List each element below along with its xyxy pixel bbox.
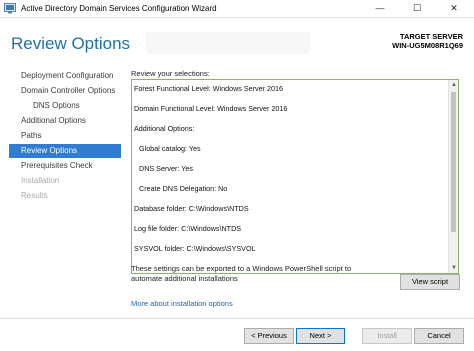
scroll-down-arrow-icon[interactable]: ▼	[449, 263, 458, 273]
server-manager-icon	[4, 3, 16, 14]
nav-item-paths[interactable]: Paths	[9, 129, 121, 143]
review-line: DNS Server: Yes	[139, 164, 193, 173]
next-button[interactable]: Next >	[296, 328, 345, 344]
nav-item-dns-options[interactable]: DNS Options	[9, 99, 121, 113]
footer-divider	[0, 318, 474, 319]
wizard-nav: Deployment Configuration Domain Controll…	[0, 62, 124, 312]
title-bar: Active Directory Domain Services Configu…	[0, 0, 474, 18]
nav-item-results: Results	[21, 191, 48, 200]
review-label: Review your selections:	[131, 69, 210, 78]
review-scroll-area[interactable]: Forest Functional Level: Windows Server …	[132, 80, 448, 273]
review-line: Create DNS Delegation: No	[139, 184, 228, 193]
nav-item-deployment-configuration[interactable]: Deployment Configuration	[9, 69, 121, 83]
vertical-scrollbar[interactable]: ▲ ▼	[448, 80, 458, 273]
review-selections-box[interactable]: Forest Functional Level: Windows Server …	[131, 79, 459, 274]
review-line: Additional Options:	[134, 124, 195, 133]
review-line: Database folder: C:\Windows\NTDS	[134, 204, 249, 213]
scroll-thumb[interactable]	[451, 92, 456, 232]
cancel-button[interactable]: Cancel	[414, 328, 464, 344]
header-placeholder-area	[146, 32, 310, 54]
nav-item-installation: Installation	[21, 176, 60, 185]
review-line: Global catalog: Yes	[139, 144, 201, 153]
maximize-button[interactable]: ☐	[403, 0, 431, 18]
close-button[interactable]: ✕	[440, 0, 468, 18]
target-server-name: WIN-UG5M08R1Q69	[392, 41, 463, 50]
view-script-button[interactable]: View script	[400, 274, 460, 290]
nav-item-additional-options[interactable]: Additional Options	[9, 114, 121, 128]
export-description: These settings can be exported to a Wind…	[131, 264, 352, 283]
more-about-installation-options-link[interactable]: More about installation options	[131, 299, 233, 308]
nav-item-review-options[interactable]: Review Options	[9, 144, 121, 158]
review-line: Log file folder: C:\Windows\NTDS	[134, 224, 242, 233]
minimize-button[interactable]: —	[366, 0, 394, 18]
nav-item-domain-controller-options[interactable]: Domain Controller Options	[9, 84, 121, 98]
target-server-label: TARGET SERVER	[399, 32, 463, 41]
page-title: Review Options	[11, 34, 131, 53]
scroll-up-arrow-icon[interactable]: ▲	[449, 80, 458, 90]
wizard-header: Review Options TARGET SERVER WIN-UG5M08R…	[0, 18, 474, 62]
review-line: Forest Functional Level: Windows Server …	[134, 84, 284, 93]
main-content: Review your selections: Forest Functiona…	[131, 62, 467, 312]
nav-item-prerequisites-check[interactable]: Prerequisites Check	[9, 159, 121, 173]
review-line: Domain Functional Level: Windows Server …	[134, 104, 288, 113]
window-title: Active Directory Domain Services Configu…	[21, 4, 217, 13]
previous-button[interactable]: < Previous	[244, 328, 294, 344]
review-line: SYSVOL folder: C:\Windows\SYSVOL	[134, 244, 256, 253]
install-button: Install	[362, 328, 412, 344]
